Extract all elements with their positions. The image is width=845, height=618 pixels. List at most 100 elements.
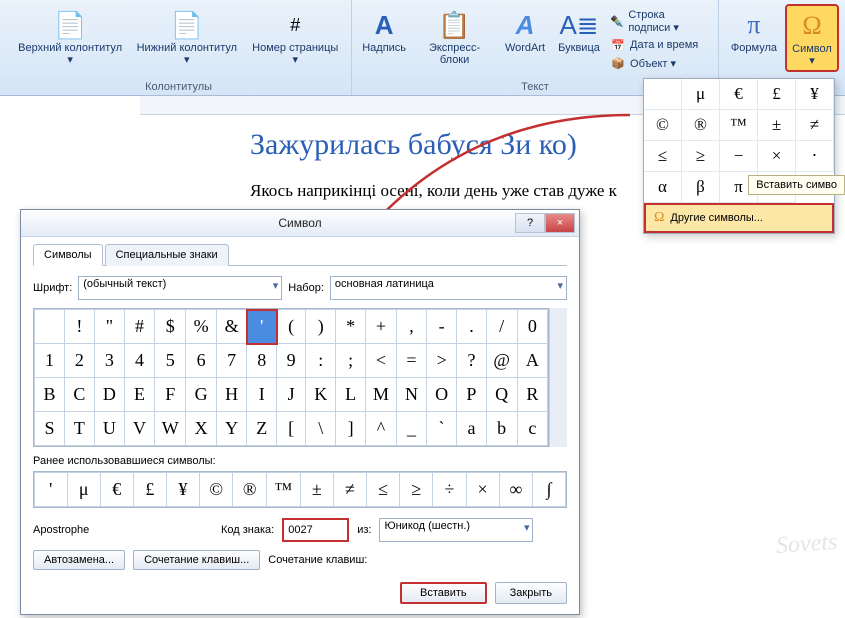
gallery-symbol[interactable]: ×	[758, 141, 796, 172]
char-cell[interactable]: -	[427, 310, 457, 344]
char-cell[interactable]: R	[517, 378, 547, 412]
char-cell[interactable]: X	[186, 412, 217, 446]
recent-cell[interactable]: ×	[466, 473, 499, 507]
char-cell[interactable]: =	[396, 344, 426, 378]
font-select[interactable]: (обычный текст)	[78, 276, 282, 300]
char-cell[interactable]: 3	[94, 344, 124, 378]
gallery-symbol[interactable]: ™	[720, 110, 758, 141]
from-select[interactable]: Юникод (шестн.)	[379, 518, 533, 542]
gallery-symbol[interactable]: £	[758, 79, 796, 110]
char-cell[interactable]: '	[247, 310, 277, 344]
recent-cell[interactable]: ™	[266, 473, 300, 507]
help-button[interactable]: ?	[515, 213, 545, 233]
char-cell[interactable]: F	[155, 378, 186, 412]
recent-cell[interactable]: ±	[300, 473, 333, 507]
char-cell[interactable]: ^	[366, 412, 397, 446]
shortcut-button[interactable]: Сочетание клавиш...	[133, 550, 260, 570]
char-cell[interactable]: L	[336, 378, 366, 412]
recent-cell[interactable]: ®	[233, 473, 266, 507]
char-cell[interactable]: 5	[155, 344, 186, 378]
char-cell[interactable]: ,	[396, 310, 426, 344]
char-cell[interactable]: c	[517, 412, 547, 446]
char-cell[interactable]: W	[155, 412, 186, 446]
char-cell[interactable]: /	[486, 310, 517, 344]
recent-grid[interactable]: 'μ€£¥©®™±≠≤≥÷×∞∫	[33, 471, 567, 508]
char-cell[interactable]: \	[306, 412, 336, 446]
recent-cell[interactable]: ©	[199, 473, 232, 507]
recent-cell[interactable]: £	[133, 473, 166, 507]
signature-line-button[interactable]: ✒️Строка подписи ▾	[607, 8, 712, 35]
textbox-button[interactable]: AНадпись	[358, 4, 410, 58]
symbol-button[interactable]: ΩСимвол▾	[785, 4, 839, 72]
char-cell[interactable]: )	[306, 310, 336, 344]
char-cell[interactable]: E	[124, 378, 154, 412]
gallery-symbol[interactable]: μ	[682, 79, 720, 110]
recent-cell[interactable]: ≠	[333, 473, 366, 507]
char-cell[interactable]: V	[124, 412, 154, 446]
recent-cell[interactable]: ≥	[400, 473, 433, 507]
char-cell[interactable]: >	[427, 344, 457, 378]
char-cell[interactable]: a	[457, 412, 486, 446]
char-cell[interactable]: `	[427, 412, 457, 446]
gallery-symbol[interactable]: ®	[682, 110, 720, 141]
grid-scrollbar[interactable]	[549, 308, 567, 447]
char-cell[interactable]: O	[427, 378, 457, 412]
char-cell[interactable]: +	[366, 310, 397, 344]
recent-cell[interactable]: '	[35, 473, 68, 507]
char-cell[interactable]: *	[336, 310, 366, 344]
char-cell[interactable]: <	[366, 344, 397, 378]
gallery-symbol[interactable]: ©	[644, 110, 682, 141]
header-button[interactable]: 📄Верхний колонтитул ▾	[12, 4, 128, 70]
char-cell[interactable]: C	[64, 378, 94, 412]
tab-symbols[interactable]: Символы	[33, 244, 103, 266]
recent-cell[interactable]: μ	[67, 473, 100, 507]
char-cell[interactable]: $	[155, 310, 186, 344]
char-cell[interactable]: #	[124, 310, 154, 344]
wordart-button[interactable]: AWordArt	[499, 4, 551, 58]
char-cell[interactable]: D	[94, 378, 124, 412]
page-number-button[interactable]: #Номер страницы ▾	[245, 4, 345, 70]
date-time-button[interactable]: 📅Дата и время	[607, 37, 712, 53]
char-cell[interactable]: U	[94, 412, 124, 446]
char-cell[interactable]: I	[247, 378, 277, 412]
insert-button[interactable]: Вставить	[400, 582, 487, 604]
char-cell[interactable]: J	[277, 378, 306, 412]
gallery-symbol[interactable]: €	[720, 79, 758, 110]
gallery-symbol[interactable]: ≥	[682, 141, 720, 172]
gallery-symbol[interactable]: ¥	[796, 79, 834, 110]
char-cell[interactable]: &	[216, 310, 246, 344]
char-cell[interactable]: 0	[517, 310, 547, 344]
char-cell[interactable]	[35, 310, 65, 344]
recent-cell[interactable]: ¥	[166, 473, 199, 507]
recent-cell[interactable]: ÷	[433, 473, 466, 507]
recent-cell[interactable]: ∫	[533, 473, 566, 507]
quickparts-button[interactable]: 📋Экспресс-блоки	[412, 4, 497, 70]
char-cell[interactable]: B	[35, 378, 65, 412]
char-cell[interactable]: Z	[247, 412, 277, 446]
char-cell[interactable]: 2	[64, 344, 94, 378]
gallery-symbol[interactable]	[644, 79, 682, 110]
recent-cell[interactable]: ∞	[499, 473, 532, 507]
recent-cell[interactable]: ≤	[367, 473, 400, 507]
char-cell[interactable]: 9	[277, 344, 306, 378]
char-cell[interactable]: 4	[124, 344, 154, 378]
gallery-symbol[interactable]: ±	[758, 110, 796, 141]
autocorrect-button[interactable]: Автозамена...	[33, 550, 125, 570]
dialog-titlebar[interactable]: Символ ? ×	[21, 210, 579, 237]
char-cell[interactable]: !	[64, 310, 94, 344]
char-cell[interactable]: [	[277, 412, 306, 446]
char-cell[interactable]: (	[277, 310, 306, 344]
char-cell[interactable]: @	[486, 344, 517, 378]
gallery-symbol[interactable]: α	[644, 172, 682, 203]
dropcap-button[interactable]: A≣Буквица	[553, 4, 605, 58]
code-input[interactable]	[282, 518, 349, 542]
char-cell[interactable]: P	[457, 378, 486, 412]
char-cell[interactable]: ?	[457, 344, 486, 378]
tab-special[interactable]: Специальные знаки	[105, 244, 229, 266]
close-dialog-button[interactable]: Закрыть	[495, 582, 567, 604]
char-cell[interactable]: T	[64, 412, 94, 446]
char-grid[interactable]: !"#$%&'()*+,-./0123456789:;<=>?@ABCDEFGH…	[33, 308, 549, 447]
char-cell[interactable]: A	[517, 344, 547, 378]
char-cell[interactable]: ;	[336, 344, 366, 378]
gallery-symbol[interactable]: ≠	[796, 110, 834, 141]
